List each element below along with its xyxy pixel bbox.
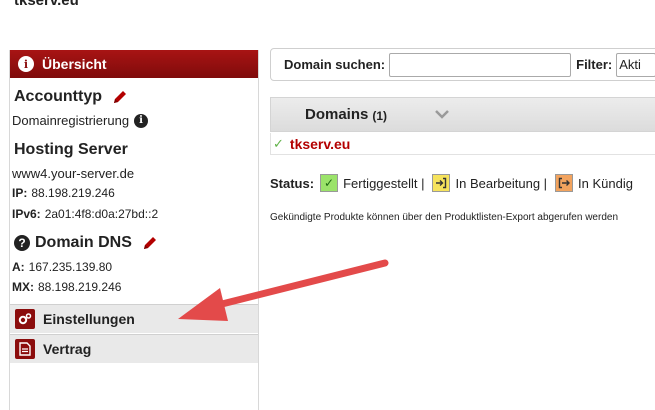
check-icon: ✓	[273, 135, 284, 151]
info-icon: i	[18, 56, 34, 72]
hosting-ipv6: IPv6: 2a01:4f8:d0a:27bd::2	[12, 207, 159, 221]
status-cancel-label: In Kündig	[578, 175, 633, 191]
question-circle-icon[interactable]: ?	[14, 235, 30, 251]
check-icon: ✓	[320, 174, 339, 192]
filter-select[interactable]: Akti	[616, 52, 655, 77]
hosting-host: www4.your-server.de	[12, 166, 135, 181]
status-label: Status:	[270, 175, 315, 191]
hosting-ip: IP: 88.198.219.246	[12, 186, 115, 200]
tab-domains[interactable]: Domains (1)	[285, 98, 455, 131]
status-inprogress-label: In Bearbeitung |	[455, 175, 548, 191]
page: tkserv.eu i Übersicht Accounttyp Domainr…	[0, 0, 655, 410]
hosting-server-title: Hosting Server	[14, 141, 128, 158]
account-type-value: Domainregistrierung i	[10, 113, 149, 128]
gears-icon	[15, 309, 35, 329]
domains-header: Domains (1)	[270, 97, 655, 132]
domains-tab-label: Domains	[305, 106, 369, 123]
export-note: Gekündigte Produkte können über den Prod…	[270, 212, 619, 223]
overview-header[interactable]: i Übersicht	[10, 50, 258, 78]
domain-search-bar: Domain suchen: Filter: Akti	[270, 48, 655, 81]
status-done-label: Fertiggestellt |	[343, 175, 425, 191]
edit-pencil-icon[interactable]	[112, 89, 128, 105]
sidebar-item-label: Einstellungen	[43, 311, 135, 327]
sign-out-icon	[555, 174, 574, 192]
domain-dns-title: ? Domain DNS	[10, 234, 158, 252]
chevron-down-icon[interactable]	[434, 108, 450, 120]
sign-in-icon	[432, 174, 451, 192]
edit-pencil-icon[interactable]	[142, 235, 158, 251]
sidebar: i Übersicht Accounttyp Domainregistrieru…	[9, 50, 259, 410]
domain-name[interactable]: tkserv.eu	[290, 136, 350, 152]
domains-count: (1)	[372, 108, 388, 123]
status-legend: Status: ✓ Fertiggestellt | In Bearbeitun…	[270, 174, 633, 192]
site-title: tkserv.eu	[14, 0, 79, 9]
dns-mx-record: MX: 88.198.219.246	[12, 280, 122, 294]
document-icon	[15, 339, 35, 359]
dns-a-record: A: 167.235.139.80	[12, 260, 113, 274]
info-circle-icon[interactable]: i	[134, 113, 149, 128]
account-type-title: Accounttyp	[10, 88, 128, 106]
sidebar-item-vertrag[interactable]: Vertrag	[10, 334, 258, 363]
domain-search-label: Domain suchen:	[284, 57, 386, 72]
domain-search-input[interactable]	[389, 52, 572, 77]
overview-header-label: Übersicht	[42, 56, 107, 72]
table-row[interactable]: ✓ tkserv.eu	[270, 133, 655, 155]
filter-label: Filter:	[576, 57, 613, 72]
sidebar-item-label: Vertrag	[43, 341, 92, 357]
annotation-arrow	[178, 259, 389, 321]
